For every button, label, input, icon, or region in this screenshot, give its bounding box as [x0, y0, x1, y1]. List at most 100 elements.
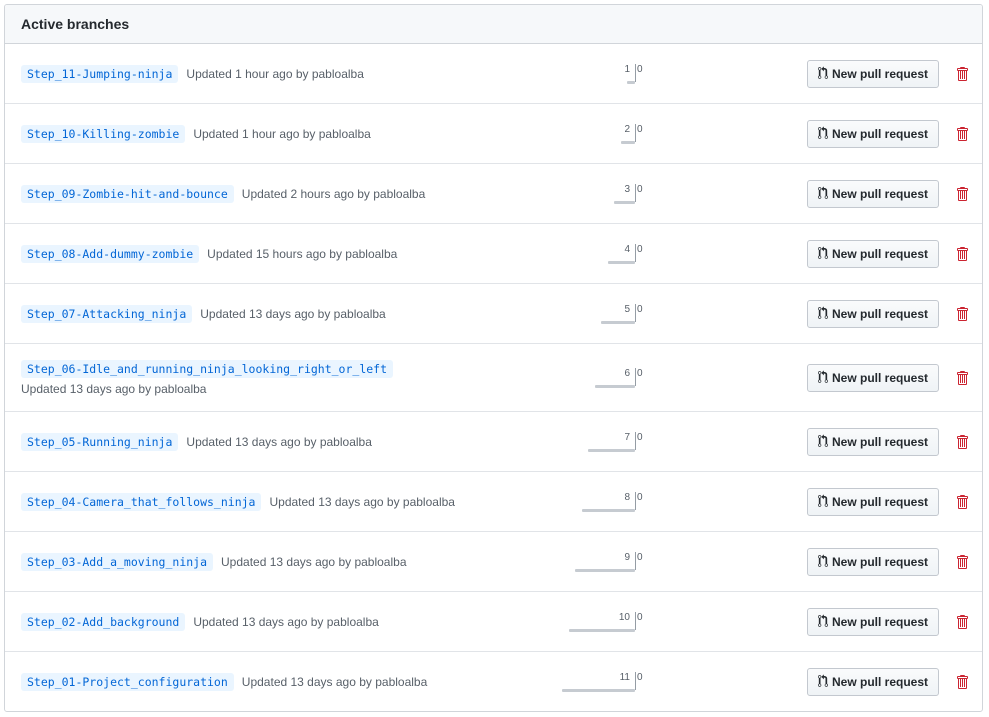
behind-count: 8	[624, 492, 630, 503]
behind-bar	[608, 261, 635, 264]
git-pull-request-icon	[817, 185, 832, 203]
behind-bar	[569, 629, 635, 632]
branch-updated-text: Updated 2 hours ago by pabloalba	[241, 186, 426, 201]
ahead-count: 0	[637, 612, 643, 623]
branch-name-link[interactable]: Step_01-Project_configuration	[21, 673, 234, 691]
new-pull-request-label: New pull request	[831, 555, 929, 569]
new-pull-request-label: New pull request	[831, 307, 929, 321]
behind-bar	[621, 141, 635, 144]
new-pull-request-button[interactable]: New pull request	[807, 488, 939, 516]
git-pull-request-icon	[817, 65, 832, 83]
behind-bar	[627, 81, 635, 84]
new-pull-request-button[interactable]: New pull request	[807, 300, 939, 328]
ahead-behind-divider	[635, 304, 636, 322]
new-pull-request-label: New pull request	[831, 615, 929, 629]
new-pull-request-label: New pull request	[831, 371, 929, 385]
branch-updated-text: Updated 13 days ago by pabloalba	[221, 554, 407, 569]
ahead-behind-graph: 2 0	[545, 104, 665, 163]
behind-count: 5	[624, 304, 630, 315]
new-pull-request-button[interactable]: New pull request	[807, 668, 939, 696]
trashcan-icon[interactable]	[955, 614, 969, 630]
trashcan-icon[interactable]	[955, 306, 969, 322]
branch-list: Step_11-Jumping-ninja Updated 1 hour ago…	[5, 44, 982, 711]
git-pull-request-icon	[817, 553, 832, 571]
trashcan-icon[interactable]	[955, 126, 969, 142]
branch-updated-text: Updated 1 hour ago by pabloalba	[193, 126, 371, 141]
trashcan-icon[interactable]	[955, 186, 969, 202]
behind-count: 1	[624, 64, 630, 75]
branch-name-link[interactable]: Step_09-Zombie-hit-and-bounce	[21, 184, 234, 203]
branch-info: Step_10-Killing-zombie Updated 1 hour ag…	[21, 104, 371, 163]
new-pull-request-button[interactable]: New pull request	[807, 608, 939, 636]
branch-name-link[interactable]: Step_11-Jumping-ninja	[21, 64, 179, 83]
trashcan-icon[interactable]	[955, 494, 969, 510]
trashcan-icon[interactable]	[955, 674, 969, 690]
new-pull-request-button[interactable]: New pull request	[807, 548, 939, 576]
new-pull-request-button[interactable]: New pull request	[807, 240, 939, 268]
ahead-behind-divider	[635, 492, 636, 510]
behind-bar	[601, 321, 635, 324]
ahead-behind-divider	[635, 124, 636, 142]
branch-row: Step_08-Add-dummy-zombie Updated 15 hour…	[5, 224, 982, 284]
branch-updated-text: Updated 15 hours ago by pabloalba	[207, 246, 398, 261]
ahead-behind-graph: 6 0	[545, 344, 665, 411]
branch-name-link[interactable]: Step_10-Killing-zombie	[21, 124, 186, 143]
new-pull-request-button[interactable]: New pull request	[807, 180, 939, 208]
trashcan-icon[interactable]	[955, 66, 969, 82]
behind-count: 11	[619, 672, 630, 683]
behind-count: 9	[624, 552, 630, 563]
branch-updated-text: Updated 1 hour ago by pabloalba	[186, 66, 364, 81]
branch-info: Step_11-Jumping-ninja Updated 1 hour ago…	[21, 44, 364, 103]
section-title: Active branches	[21, 16, 130, 32]
active-branches-box: Active branches Step_11-Jumping-ninja Up…	[4, 4, 983, 712]
behind-count: 10	[618, 612, 630, 623]
branch-name-link[interactable]: Step_07-Attacking_ninja	[21, 304, 193, 323]
behind-count: 2	[624, 124, 630, 135]
new-pull-request-button[interactable]: New pull request	[807, 364, 939, 392]
git-pull-request-icon	[817, 433, 832, 451]
branch-row: Step_10-Killing-zombie Updated 1 hour ag…	[5, 104, 982, 164]
behind-count: 3	[624, 184, 630, 195]
new-pull-request-button[interactable]: New pull request	[807, 60, 939, 88]
new-pull-request-button[interactable]: New pull request	[807, 428, 939, 456]
ahead-behind-graph: 8 0	[545, 472, 665, 531]
branch-name-link[interactable]: Step_05-Running_ninja	[21, 432, 179, 451]
new-pull-request-label: New pull request	[831, 675, 929, 689]
branch-info: Step_07-Attacking_ninja Updated 13 days …	[21, 284, 386, 343]
trashcan-icon[interactable]	[955, 246, 969, 262]
ahead-behind-graph: 3 0	[545, 164, 665, 223]
branch-info: Step_01-Project_configuration Updated 13…	[21, 652, 428, 711]
branch-row: Step_03-Add_a_moving_ninja Updated 13 da…	[5, 532, 982, 592]
branch-row: Step_06-Idle_and_running_ninja_looking_r…	[5, 344, 982, 412]
branch-updated-text: Updated 13 days ago by pabloalba	[241, 675, 428, 689]
branch-row: Step_11-Jumping-ninja Updated 1 hour ago…	[5, 44, 982, 104]
trashcan-icon[interactable]	[955, 434, 969, 450]
behind-bar	[614, 201, 635, 204]
branch-row: Step_07-Attacking_ninja Updated 13 days …	[5, 284, 982, 344]
branch-info: Step_04-Camera_that_follows_ninja Update…	[21, 472, 455, 531]
branch-updated-text: Updated 13 days ago by pabloalba	[21, 381, 207, 396]
ahead-behind-divider	[635, 612, 636, 630]
branch-name-link[interactable]: Step_06-Idle_and_running_ninja_looking_r…	[21, 359, 394, 378]
branch-updated-text: Updated 13 days ago by pabloalba	[193, 614, 379, 629]
branch-name-link[interactable]: Step_04-Camera_that_follows_ninja	[21, 492, 262, 511]
ahead-behind-graph: 11 0	[545, 652, 665, 711]
new-pull-request-button[interactable]: New pull request	[807, 120, 939, 148]
trashcan-icon[interactable]	[955, 370, 969, 386]
ahead-count: 0	[637, 492, 643, 503]
branch-name-link[interactable]: Step_02-Add_background	[21, 612, 186, 631]
box-header: Active branches	[5, 5, 982, 44]
trashcan-icon[interactable]	[955, 554, 969, 570]
branch-name-link[interactable]: Step_08-Add-dummy-zombie	[21, 244, 200, 263]
behind-bar	[562, 689, 635, 692]
new-pull-request-label: New pull request	[831, 247, 929, 261]
branch-name-link[interactable]: Step_03-Add_a_moving_ninja	[21, 552, 214, 571]
ahead-behind-divider	[635, 368, 636, 386]
branch-row: Step_09-Zombie-hit-and-bounce Updated 2 …	[5, 164, 982, 224]
ahead-behind-divider	[635, 432, 636, 450]
branch-info: Step_03-Add_a_moving_ninja Updated 13 da…	[21, 532, 407, 591]
branch-row: Step_05-Running_ninja Updated 13 days ag…	[5, 412, 982, 472]
ahead-count: 0	[637, 432, 643, 443]
git-pull-request-icon	[817, 305, 832, 323]
new-pull-request-label: New pull request	[831, 127, 929, 141]
